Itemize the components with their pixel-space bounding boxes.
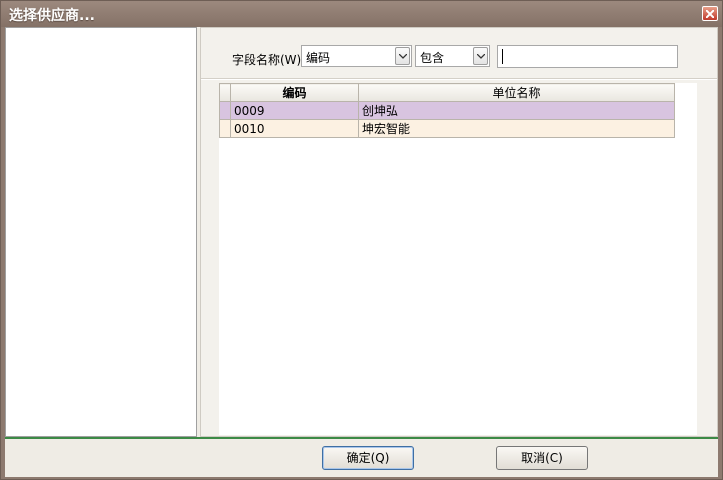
- column-header-name[interactable]: 单位名称: [358, 83, 675, 102]
- footer-separator: [5, 437, 718, 439]
- cell-name[interactable]: 坤宏智能: [358, 119, 675, 138]
- dialog-client-area: 字段名称(W) 编码 包含 编码 单位名称 0009 创坤弘 0010 坤宏智能…: [5, 27, 718, 477]
- field-name-label: 字段名称(W): [232, 53, 302, 67]
- cell-code[interactable]: 0010: [230, 119, 359, 138]
- ok-button[interactable]: 确定(Q): [322, 446, 414, 470]
- cell-name[interactable]: 创坤弘: [358, 101, 675, 120]
- search-input[interactable]: [497, 45, 678, 68]
- operator-select[interactable]: 包含: [415, 45, 490, 67]
- close-icon: [706, 10, 714, 18]
- supplier-table: 编码 单位名称 0009 创坤弘 0010 坤宏智能: [219, 83, 675, 138]
- text-caret: [502, 49, 503, 64]
- close-button[interactable]: [702, 6, 718, 21]
- column-header-code[interactable]: 编码: [230, 83, 359, 102]
- operator-value: 包含: [420, 51, 445, 65]
- row-indicator[interactable]: [219, 101, 231, 120]
- right-panel: 字段名称(W) 编码 包含 编码 单位名称 0009 创坤弘 0010 坤宏智能: [200, 27, 718, 437]
- cell-code[interactable]: 0009: [230, 101, 359, 120]
- window-title: 选择供应商...: [9, 8, 95, 24]
- table-row[interactable]: 0009 创坤弘: [219, 101, 675, 120]
- field-dropdown-button[interactable]: [395, 47, 410, 65]
- left-tree-panel[interactable]: [5, 27, 197, 437]
- cancel-button[interactable]: 取消(C): [496, 446, 588, 470]
- row-indicator-header: [219, 83, 231, 102]
- operator-dropdown-button[interactable]: [473, 47, 488, 65]
- supplier-grid[interactable]: 编码 单位名称 0009 创坤弘 0010 坤宏智能: [219, 83, 697, 435]
- chevron-down-icon: [477, 54, 485, 59]
- grid-header-row: 编码 单位名称: [219, 83, 675, 102]
- filter-separator: [201, 78, 717, 80]
- filter-bar: 字段名称(W) 编码 包含: [201, 28, 717, 78]
- table-row[interactable]: 0010 坤宏智能: [219, 119, 675, 138]
- field-name-select[interactable]: 编码: [301, 45, 412, 67]
- title-bar[interactable]: 选择供应商...: [1, 1, 722, 27]
- field-name-value: 编码: [306, 51, 331, 65]
- chevron-down-icon: [399, 54, 407, 59]
- row-indicator[interactable]: [219, 119, 231, 138]
- dialog-window: 选择供应商... 字段名称(W) 编码 包含 编码 单位名称 0009 创坤弘 …: [0, 0, 723, 480]
